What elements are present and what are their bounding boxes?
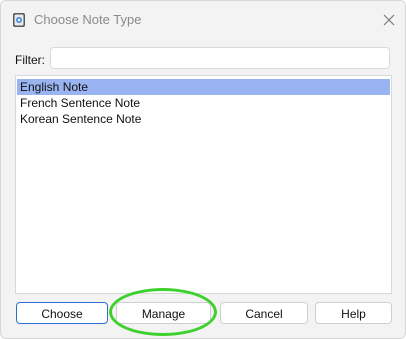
filter-input[interactable] — [50, 47, 390, 69]
note-type-list[interactable]: English Note French Sentence Note Korean… — [15, 75, 392, 294]
close-button[interactable] — [375, 7, 403, 33]
filter-label: Filter: — [15, 53, 45, 67]
list-item-english-note[interactable]: English Note — [17, 79, 390, 95]
choose-button[interactable]: Choose — [16, 302, 108, 324]
choose-note-type-dialog: Choose Note Type Filter: English Note Fr… — [0, 0, 406, 339]
help-button[interactable]: Help — [315, 302, 392, 324]
title-bar[interactable]: Choose Note Type — [1, 1, 405, 39]
window-title: Choose Note Type — [34, 12, 142, 27]
list-item-french-sentence-note[interactable]: French Sentence Note — [17, 95, 390, 111]
close-icon — [383, 14, 395, 26]
anki-app-icon — [12, 12, 26, 28]
list-item-korean-sentence-note[interactable]: Korean Sentence Note — [17, 111, 390, 127]
manage-button[interactable]: Manage — [116, 302, 211, 324]
cancel-button[interactable]: Cancel — [220, 302, 308, 324]
